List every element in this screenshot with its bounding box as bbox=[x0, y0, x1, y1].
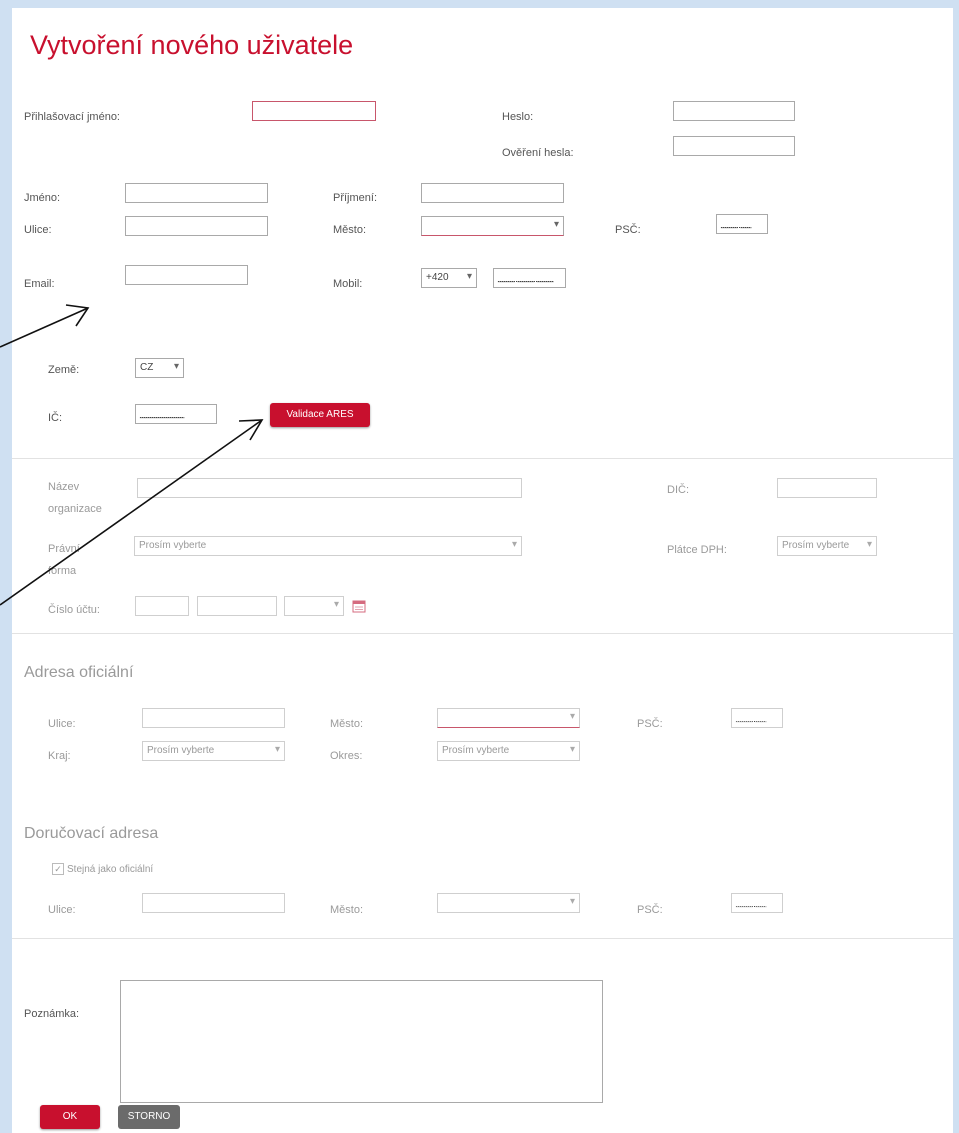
username-label: Přihlašovací jméno: bbox=[24, 111, 120, 123]
first-name-label: Jméno: bbox=[24, 192, 61, 204]
divider bbox=[12, 633, 953, 634]
first-name-input[interactable] bbox=[125, 183, 268, 203]
delivery-city-select[interactable]: ▾ bbox=[437, 893, 580, 913]
official-street-label: Ulice: bbox=[48, 718, 76, 730]
vat-payer-label: Plátce DPH: bbox=[667, 544, 727, 556]
delivery-street-label: Ulice: bbox=[48, 904, 76, 916]
page-title: Vytvoření nového uživatele bbox=[30, 30, 354, 60]
password-confirm-label: Ověření hesla: bbox=[502, 147, 574, 159]
delivery-address-heading: Doručovací adresa bbox=[24, 825, 159, 842]
official-city-label: Město: bbox=[330, 718, 364, 730]
delivery-zip-input[interactable]: ___ __ bbox=[731, 893, 783, 913]
chevron-down-icon: ▾ bbox=[274, 744, 280, 755]
official-zip-label: PSČ: bbox=[637, 718, 663, 730]
password-confirm-input[interactable] bbox=[673, 136, 795, 156]
city-label: Město: bbox=[333, 224, 367, 236]
chevron-down-icon: ▾ bbox=[569, 711, 575, 722]
delivery-zip-label: PSČ: bbox=[637, 904, 663, 916]
mobile-label: Mobil: bbox=[333, 278, 363, 290]
email-label: Email: bbox=[24, 278, 55, 290]
chevron-down-icon: ▾ bbox=[866, 539, 872, 550]
country-label: Země: bbox=[48, 364, 80, 376]
zip-label: PSČ: bbox=[615, 224, 641, 236]
chevron-down-icon: ▾ bbox=[569, 744, 575, 755]
calendar-icon[interactable] bbox=[352, 599, 366, 613]
chevron-down-icon: ▾ bbox=[333, 599, 339, 610]
city-select[interactable]: ▾ bbox=[421, 216, 564, 236]
bank-code-select[interactable]: ▾ bbox=[284, 596, 344, 616]
last-name-input[interactable] bbox=[421, 183, 564, 203]
divider bbox=[12, 938, 953, 939]
create-user-form: Vytvoření nového uživatele Přihlašovací … bbox=[12, 8, 953, 1133]
chevron-down-icon: ▾ bbox=[466, 271, 472, 282]
org-name-input[interactable] bbox=[137, 478, 522, 498]
note-textarea[interactable] bbox=[120, 980, 603, 1103]
dic-input[interactable] bbox=[777, 478, 877, 498]
region-select[interactable]: Prosím vyberte ▾ bbox=[142, 741, 285, 761]
validate-ares-button[interactable]: Validace ARES bbox=[270, 403, 370, 427]
same-as-official-checkbox[interactable]: ✓ bbox=[52, 863, 64, 875]
account-label: Číslo účtu: bbox=[48, 604, 100, 616]
legal-form-label: Právní forma bbox=[48, 543, 80, 577]
legal-form-select[interactable]: Prosím vyberte ▾ bbox=[134, 536, 522, 556]
password-label: Heslo: bbox=[502, 111, 534, 123]
district-label: Okres: bbox=[330, 750, 363, 762]
note-label: Poznámka: bbox=[24, 1008, 80, 1020]
street-input[interactable] bbox=[125, 216, 268, 236]
region-label: Kraj: bbox=[48, 750, 71, 762]
mobile-prefix-select[interactable]: +420 ▾ bbox=[421, 268, 477, 288]
password-input[interactable] bbox=[673, 101, 795, 121]
chevron-down-icon: ▾ bbox=[569, 896, 575, 907]
vat-payer-select[interactable]: Prosím vyberte ▾ bbox=[777, 536, 877, 556]
last-name-label: Příjmení: bbox=[333, 192, 378, 204]
divider bbox=[12, 458, 953, 459]
username-input[interactable] bbox=[252, 101, 376, 121]
cancel-button[interactable]: STORNO bbox=[118, 1105, 180, 1129]
chevron-down-icon: ▾ bbox=[511, 539, 517, 550]
official-city-select[interactable]: ▾ bbox=[437, 708, 580, 728]
district-select[interactable]: Prosím vyberte ▾ bbox=[437, 741, 580, 761]
account-number-input[interactable] bbox=[197, 596, 277, 616]
dic-label: DIČ: bbox=[667, 484, 689, 496]
official-zip-input[interactable]: ___ __ bbox=[731, 708, 783, 728]
org-name-label: Název organizace bbox=[48, 481, 102, 515]
ok-button[interactable]: OK bbox=[40, 1105, 100, 1129]
chevron-down-icon: ▾ bbox=[553, 219, 559, 230]
country-select[interactable]: CZ ▾ bbox=[135, 358, 184, 378]
ico-input[interactable]: ________ bbox=[135, 404, 217, 424]
delivery-street-input[interactable] bbox=[142, 893, 285, 913]
street-label: Ulice: bbox=[24, 224, 52, 236]
official-address-heading: Adresa oficiální bbox=[24, 664, 134, 681]
same-as-official-label: Stejná jako oficiální bbox=[67, 864, 154, 875]
chevron-down-icon: ▾ bbox=[173, 361, 179, 372]
zip-input[interactable]: ___ __ bbox=[716, 214, 768, 234]
email-input[interactable] bbox=[125, 265, 248, 285]
delivery-city-label: Město: bbox=[330, 904, 364, 916]
ico-label: IČ: bbox=[48, 412, 63, 424]
official-street-input[interactable] bbox=[142, 708, 285, 728]
account-prefix-input[interactable] bbox=[135, 596, 189, 616]
mobile-input[interactable]: ___ ___ ___ bbox=[493, 268, 566, 288]
